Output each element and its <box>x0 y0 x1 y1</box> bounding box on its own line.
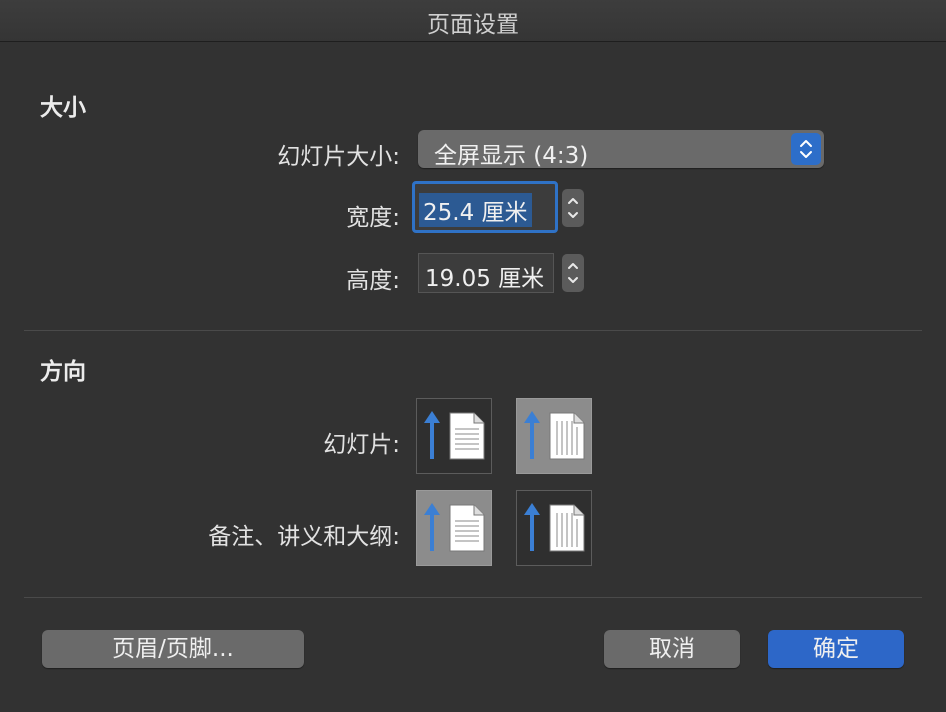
portrait-page-icon <box>424 411 485 460</box>
slides-portrait-option[interactable] <box>416 398 492 474</box>
landscape-page-icon <box>524 411 585 460</box>
notes-landscape-option[interactable] <box>516 490 592 566</box>
width-input[interactable]: 25.4 厘米 <box>412 181 558 233</box>
slides-landscape-option[interactable] <box>516 398 592 474</box>
ok-button[interactable]: 确定 <box>768 630 904 668</box>
slide-size-popup[interactable]: 全屏显示 (4:3) <box>418 130 824 169</box>
cancel-button[interactable]: 取消 <box>604 630 740 668</box>
orientation-heading: 方向 <box>40 359 86 385</box>
height-input[interactable]: 19.05 厘米 <box>418 253 554 293</box>
width-stepper[interactable] <box>562 189 584 227</box>
height-value: 19.05 厘米 <box>425 266 545 292</box>
width-value: 25.4 厘米 <box>419 193 532 227</box>
title-bar: 页面设置 <box>0 0 946 42</box>
window-title: 页面设置 <box>427 12 519 38</box>
size-heading: 大小 <box>40 95 86 121</box>
popup-arrows-icon <box>791 133 821 165</box>
portrait-page-icon <box>424 503 485 552</box>
notes-portrait-option[interactable] <box>416 490 492 566</box>
header-footer-button[interactable]: 页眉/页脚... <box>42 630 304 668</box>
landscape-page-icon <box>524 503 585 552</box>
slide-size-label: 幻灯片大小: <box>277 144 400 170</box>
slides-orientation-label: 幻灯片: <box>323 432 400 458</box>
height-label: 高度: <box>346 268 400 294</box>
slide-size-value: 全屏显示 (4:3) <box>434 143 589 169</box>
notes-orientation-label: 备注、讲义和大纲: <box>208 524 400 550</box>
divider <box>24 597 922 598</box>
divider <box>24 330 922 331</box>
height-stepper[interactable] <box>562 254 584 292</box>
width-label: 宽度: <box>346 205 400 231</box>
